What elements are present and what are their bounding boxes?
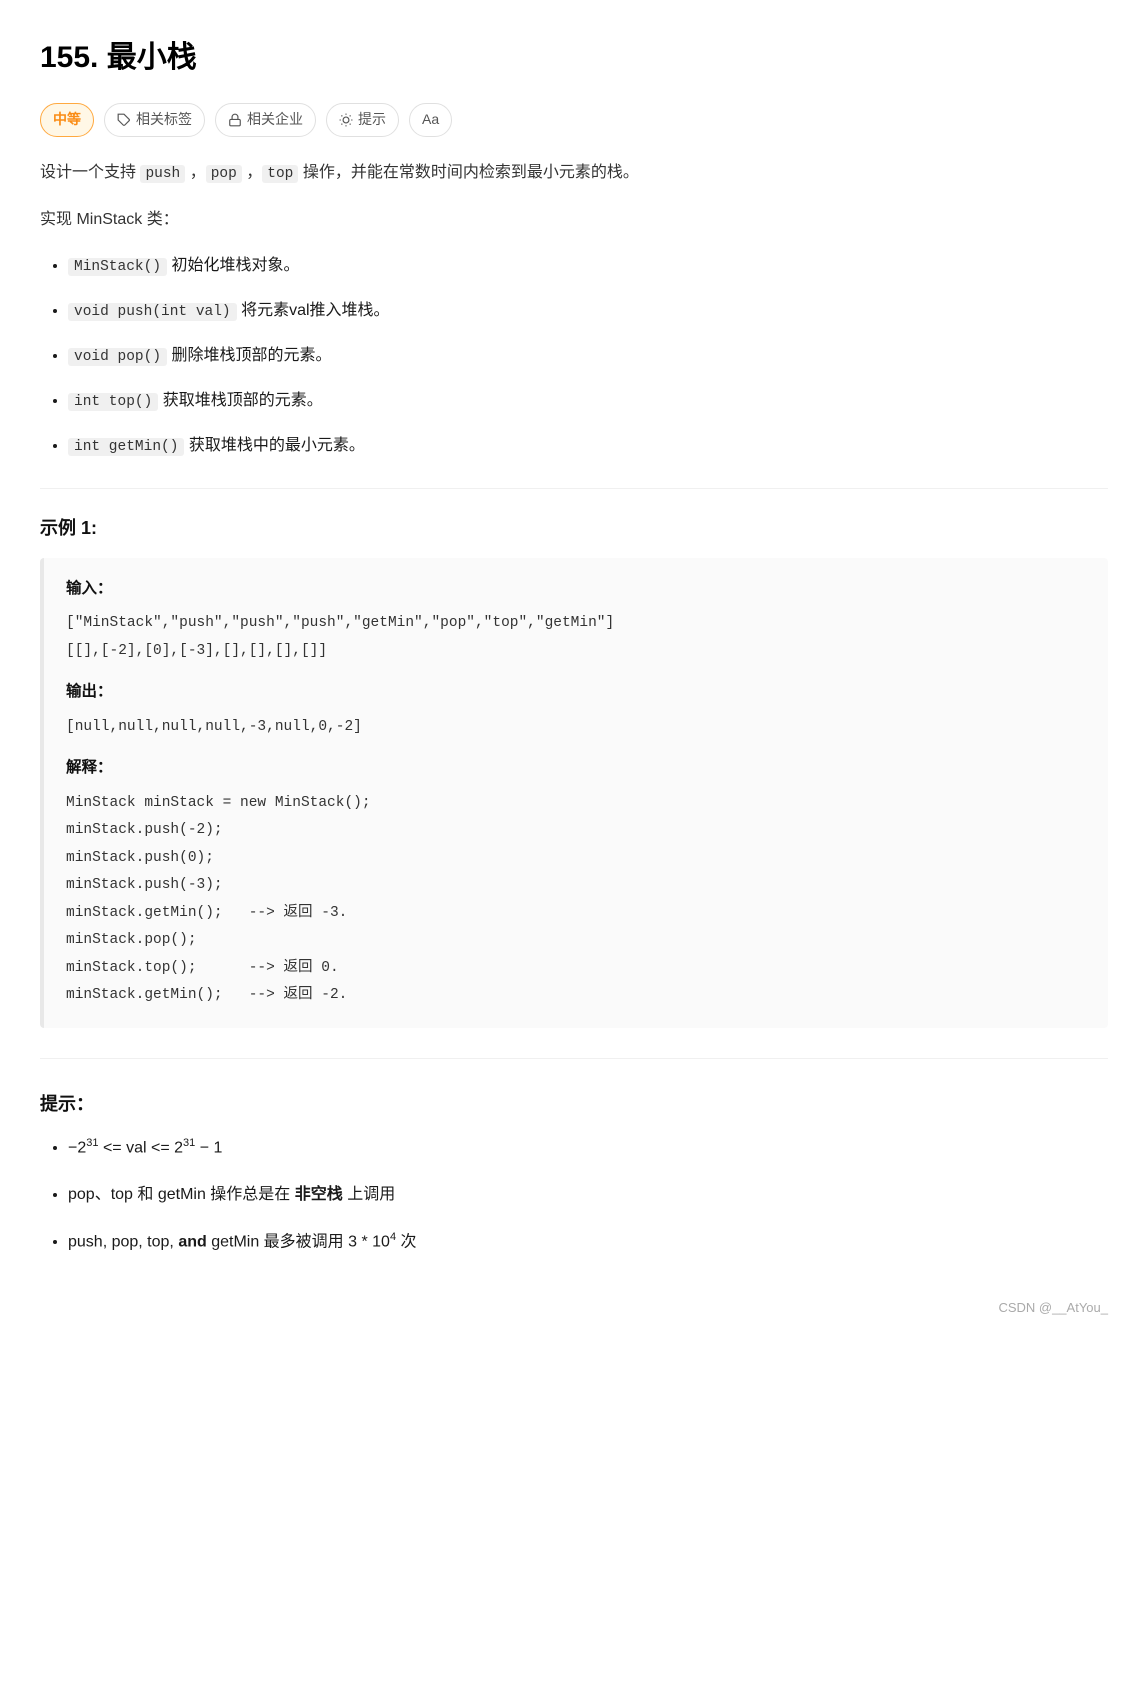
input-line2: [[],[-2],[0],[-3],[],[],[],[]] — [66, 638, 1086, 666]
footer-credit: CSDN @__AtYou_ — [40, 1297, 1108, 1319]
output-label: 输出： — [66, 679, 1086, 705]
method-code-2: void push(int val) — [68, 303, 237, 321]
hint-item-3: push, pop, top, and getMin 最多被调用 3 * 104… — [68, 1228, 1108, 1257]
example-block: 输入： ["MinStack","push","push","push","ge… — [40, 558, 1108, 1028]
lock-icon — [228, 113, 242, 127]
bulb-icon — [339, 113, 353, 127]
method-code-5: int getMin() — [68, 438, 184, 456]
method-code-1: MinStack() — [68, 258, 167, 276]
tag-related-companies-label: 相关企业 — [247, 108, 303, 132]
tags-row: 中等 相关标签 相关企业 提示 Aa — [40, 103, 1108, 137]
description: 设计一个支持 push ，pop ，top 操作，并能在常数时间内检索到最小元素… — [40, 159, 1108, 188]
method-item-2: void push(int val) 将元素val推入堆栈。 — [68, 297, 1108, 326]
divider-2 — [40, 1058, 1108, 1059]
hints-title: 提示： — [40, 1089, 1108, 1120]
method-item-4: int top() 获取堆栈顶部的元素。 — [68, 387, 1108, 416]
tag-difficulty[interactable]: 中等 — [40, 103, 94, 137]
tag-font[interactable]: Aa — [409, 103, 452, 137]
method-code-4: int top() — [68, 393, 158, 411]
output-value: [null,null,null,null,-3,null,0,-2] — [66, 714, 1086, 742]
tag-related-tags-label: 相关标签 — [136, 108, 192, 132]
methods-list: MinStack() 初始化堆栈对象。 void push(int val) 将… — [40, 252, 1108, 460]
method-item-3: void pop() 删除堆栈顶部的元素。 — [68, 342, 1108, 371]
tag-hints[interactable]: 提示 — [326, 103, 399, 137]
example-title: 示例 1: — [40, 513, 1108, 544]
tag-hints-label: 提示 — [358, 108, 386, 132]
method-desc-1: 初始化堆栈对象。 — [171, 257, 299, 274]
input-label: 输入： — [66, 576, 1086, 602]
hints-section: 提示： −231 <= val <= 231 − 1 pop、top 和 get… — [40, 1089, 1108, 1257]
explain-lines: MinStack minStack = new MinStack(); minS… — [66, 790, 1086, 1010]
method-desc-4: 获取堆栈顶部的元素。 — [163, 392, 323, 409]
divider-1 — [40, 488, 1108, 489]
method-code-3: void pop() — [68, 348, 167, 366]
method-desc-3: 删除堆栈顶部的元素。 — [171, 347, 331, 364]
method-item-1: MinStack() 初始化堆栈对象。 — [68, 252, 1108, 281]
implement-title: 实现 MinStack 类： — [40, 206, 1108, 235]
hint-item-2: pop、top 和 getMin 操作总是在 非空栈 上调用 — [68, 1181, 1108, 1210]
tag-font-label: Aa — [422, 108, 439, 132]
hint-item-1: −231 <= val <= 231 − 1 — [68, 1134, 1108, 1163]
tag-icon — [117, 113, 131, 127]
input-line1: ["MinStack","push","push","push","getMin… — [66, 610, 1086, 638]
hints-list: −231 <= val <= 231 − 1 pop、top 和 getMin … — [40, 1134, 1108, 1257]
page-title: 155. 最小栈 — [40, 32, 1108, 83]
method-desc-2: 将元素val推入堆栈。 — [241, 302, 389, 319]
tag-related-tags[interactable]: 相关标签 — [104, 103, 205, 137]
tag-related-companies[interactable]: 相关企业 — [215, 103, 316, 137]
tag-difficulty-label: 中等 — [53, 108, 81, 132]
method-desc-5: 获取堆栈中的最小元素。 — [189, 437, 365, 454]
method-item-5: int getMin() 获取堆栈中的最小元素。 — [68, 432, 1108, 461]
explain-label: 解释： — [66, 755, 1086, 781]
